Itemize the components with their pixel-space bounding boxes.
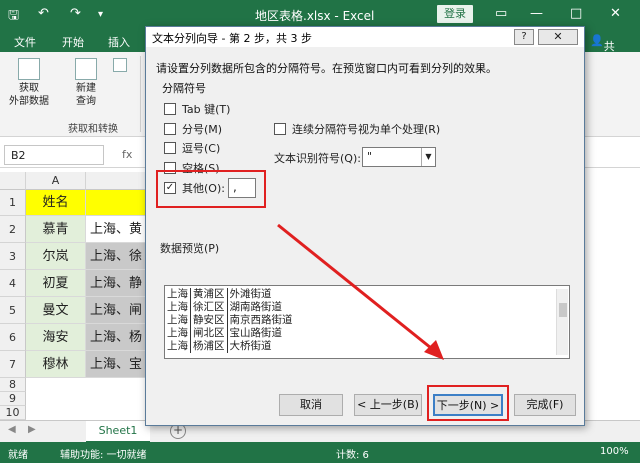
chevron-down-icon: ▼ [421,148,435,166]
login-button[interactable]: 登录 [437,5,473,23]
comma-checkbox[interactable] [164,142,176,154]
zoom-level[interactable]: 100% [600,446,629,457]
new-query-label: 新建 查询 [76,83,96,107]
undo-icon[interactable]: ↶ [38,6,49,21]
get-external-data-button[interactable]: 获取 外部数据 [6,58,52,108]
semicolon-checkbox[interactable] [164,123,176,135]
redo-icon[interactable]: ↷ [70,6,81,21]
address-cell[interactable]: 上海、黄 [86,216,146,243]
row-header[interactable]: 8 [0,378,26,392]
help-button[interactable]: ? [514,29,534,45]
text-qualifier-label: 文本识别符号(Q): [274,152,361,165]
finish-button[interactable]: 完成(F) [514,394,576,416]
ribbon-separator [140,56,141,132]
semicolon-checkbox-row[interactable]: 分号(M) [164,121,222,137]
name-cell[interactable]: 初夏 [26,270,86,297]
tab-home[interactable]: 开始 [62,34,84,50]
address-cell[interactable]: 上海、静 [86,270,146,297]
column-header-a[interactable]: A [26,172,86,190]
close-button[interactable]: ✕ [610,6,621,21]
data-preview-label: 数据预览(P) [160,242,220,255]
annotation-box-other [156,170,266,208]
dialog-instruction: 请设置分列数据所包含的分隔符号。在预览窗口内可看到分列的效果。 [156,62,497,75]
address-cell[interactable]: 上海、闸 [86,297,146,324]
row-header[interactable]: 3 [0,243,26,270]
restore-button[interactable]: □ [570,6,582,21]
address-cell[interactable]: 上海、徐 [86,243,146,270]
cancel-button[interactable]: 取消 [279,394,343,416]
preview-scrollbar-thumb[interactable] [559,303,567,317]
preview-row: 上海 闸北区 宝山路街道 [167,327,282,340]
semicolon-checkbox-label: 分号(M) [182,123,223,136]
table-icon[interactable] [110,58,130,74]
tab-checkbox[interactable] [164,103,176,115]
sheet-tab-sheet1[interactable]: Sheet1 [86,421,150,443]
text-qualifier-value: " [367,150,373,163]
row-header[interactable]: 10 [0,406,26,420]
row-header[interactable]: 9 [0,392,26,406]
header-cell-address[interactable] [86,190,146,216]
fx-icon[interactable]: fx [122,148,132,161]
row-header[interactable]: 7 [0,351,26,378]
save-icon[interactable]: 🖫 [8,6,19,28]
back-button[interactable]: < 上一步(B) [354,394,422,416]
tab-file[interactable]: 文件 [14,34,36,50]
comma-checkbox-row[interactable]: 逗号(C) [164,140,220,156]
name-box[interactable]: B2 [4,145,104,165]
preview-row: 上海 静安区 南京西路街道 [167,314,293,327]
row-header[interactable]: 6 [0,324,26,351]
get-external-data-label: 获取 外部数据 [9,83,49,107]
status-count: 计数: 6 [336,450,369,461]
consecutive-delimiters-label: 连续分隔符号视为单个处理(R) [292,123,441,136]
row-header[interactable]: 5 [0,297,26,324]
window-title: 地区表格.xlsx - Excel [255,9,375,23]
delimiters-group-label: 分隔符号 [162,82,206,95]
tab-checkbox-row[interactable]: Tab 键(T) [164,101,230,117]
text-to-columns-dialog: 文本分列向导 - 第 2 步，共 3 步 ? ✕ 请设置分列数据所包含的分隔符号… [145,26,585,426]
get-transform-group-label: 获取和转换 [68,124,118,135]
address-cell[interactable]: 上海、宝 [86,351,146,378]
minimize-button[interactable]: — [530,6,543,21]
text-qualifier-select[interactable]: " ▼ [362,147,436,167]
consecutive-delimiters-checkbox[interactable] [274,123,286,135]
row-header[interactable]: 2 [0,216,26,243]
status-accessibility[interactable]: 辅助功能: 一切就绪 [60,446,147,461]
data-preview[interactable]: 上海 黄浦区 外滩街道 上海 徐汇区 湖南路街道 上海 静安区 南京西路街道 上海 闸北区 宝山… [164,285,570,359]
consecutive-delimiters-row[interactable]: 连续分隔符号视为单个处理(R) [274,121,440,137]
preview-row: 上海 黄浦区 外滩街道 [167,288,272,301]
ribbon-display-icon[interactable]: ▭ [495,6,507,21]
name-cell[interactable]: 慕青 [26,216,86,243]
row-header[interactable]: 1 [0,190,26,216]
row-header[interactable]: 4 [0,270,26,297]
query-icon [75,58,97,80]
annotation-box-next [427,385,509,421]
address-cell[interactable]: 上海、杨 [86,324,146,351]
database-icon [18,58,40,80]
tab-checkbox-label: Tab 键(T) [182,103,231,116]
name-cell[interactable]: 海安 [26,324,86,351]
name-cell[interactable]: 穆林 [26,351,86,378]
header-cell-name[interactable]: 姓名 [26,190,86,216]
name-cell[interactable]: 尔岚 [26,243,86,270]
status-bar: 就绪 辅助功能: 一切就绪 计数: 6 100% [0,442,640,463]
sheet-nav-right-icon[interactable]: ▶ [28,424,36,435]
comma-checkbox-label: 逗号(C) [182,142,221,155]
preview-row: 上海 徐汇区 湖南路街道 [167,301,282,314]
customize-icon[interactable]: ▾ [98,9,103,20]
status-ready: 就绪 [8,450,28,461]
column-header-b[interactable] [86,172,146,190]
name-cell[interactable]: 曼文 [26,297,86,324]
share-button[interactable]: 👤 共享 [590,34,615,69]
preview-row: 上海 杨浦区 大桥街道 [167,340,272,353]
sheet-nav-left-icon[interactable]: ◀ [8,424,16,435]
new-query-button[interactable]: 新建 查询 [66,58,106,108]
tab-insert[interactable]: 插入 [108,34,130,50]
select-all-corner[interactable] [0,172,26,190]
preview-scrollbar[interactable] [556,289,568,355]
dialog-close-button[interactable]: ✕ [538,29,578,45]
